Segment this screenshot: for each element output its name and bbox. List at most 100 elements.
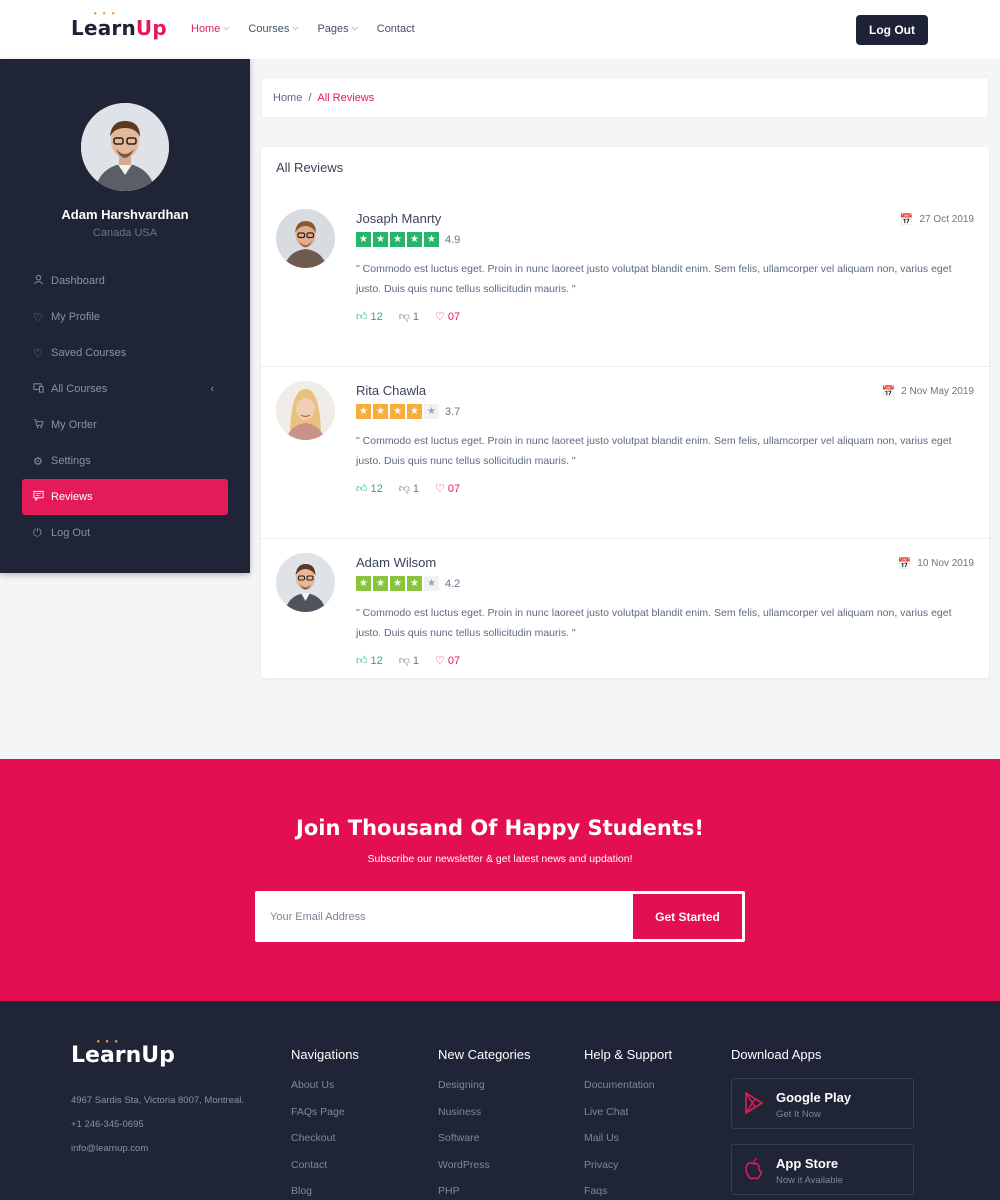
newsletter-subtitle: Subscribe our newsletter & get latest ne… bbox=[367, 853, 633, 865]
star-rating: ★ ★ ★ ★ ★ 4.9 bbox=[356, 232, 460, 247]
heart-icon: ♡ bbox=[33, 347, 43, 360]
footer-col-title: New Categories bbox=[438, 1047, 531, 1062]
love-button[interactable]: ♡ 07 bbox=[435, 310, 460, 324]
star-filled-icon: ★ bbox=[390, 404, 405, 419]
footer-link[interactable]: Faqs bbox=[584, 1185, 672, 1200]
star-filled-icon: ★ bbox=[424, 232, 439, 247]
star-filled-icon: ★ bbox=[373, 232, 388, 247]
reviewer-name: Adam Wilsom bbox=[356, 555, 437, 570]
love-button[interactable]: ♡ 07 bbox=[435, 654, 460, 668]
footer-link[interactable]: About Us bbox=[291, 1079, 359, 1106]
star-filled-icon: ★ bbox=[390, 576, 405, 591]
footer-link[interactable]: Checkout bbox=[291, 1132, 359, 1159]
footer-link[interactable]: Designing bbox=[438, 1079, 531, 1106]
footer-link[interactable]: Mail Us bbox=[584, 1132, 672, 1159]
get-started-button[interactable]: Get Started bbox=[633, 894, 742, 939]
footer-link[interactable]: Blog bbox=[291, 1185, 359, 1200]
google-play-button[interactable]: Google Play Get It Now bbox=[731, 1078, 914, 1129]
dislike-button[interactable]: 👎︎ 1 bbox=[399, 482, 419, 496]
sidebar-item-my-order[interactable]: My Order bbox=[22, 407, 228, 443]
footer-col-apps: Download Apps bbox=[731, 1047, 821, 1079]
logo-hat-icon: • • • bbox=[96, 1038, 120, 1046]
footer-logo[interactable]: • • • LearnUp bbox=[71, 1038, 175, 1068]
heart-icon: ♡ bbox=[33, 311, 43, 324]
reviewer-avatar bbox=[276, 553, 335, 612]
chevron-left-icon: ‹ bbox=[210, 383, 214, 395]
nav-contact[interactable]: Contact bbox=[377, 23, 415, 35]
app-subtitle: Now it Available bbox=[776, 1175, 843, 1186]
dislike-button[interactable]: 👎︎ 1 bbox=[399, 310, 419, 324]
footer-phone[interactable]: +1 246-345-0695 bbox=[71, 1119, 144, 1130]
review-item: Josaph Manrty 📅 27 Oct 2019 ★ ★ ★ ★ ★ 4.9 " Co… bbox=[261, 195, 989, 367]
sidebar-item-saved-courses[interactable]: ♡ Saved Courses bbox=[22, 335, 228, 371]
review-actions: 👍︎ 12 👎︎ 1 ♡ 07 bbox=[356, 654, 460, 668]
email-input[interactable] bbox=[255, 891, 633, 942]
breadcrumb: Home / All Reviews bbox=[261, 77, 989, 118]
star-rating: ★ ★ ★ ★ ★ 3.7 bbox=[356, 404, 460, 419]
footer-link[interactable]: Software bbox=[438, 1132, 531, 1159]
sidebar-item-dashboard[interactable]: Dashboard bbox=[22, 263, 228, 299]
app-name: App Store bbox=[776, 1156, 839, 1171]
reviewer-name: Josaph Manrty bbox=[356, 211, 442, 226]
chevron-down-icon: ⌵ bbox=[292, 23, 299, 32]
footer-link[interactable]: Documentation bbox=[584, 1079, 672, 1106]
calendar-icon: 📅 bbox=[897, 558, 912, 570]
newsletter-title: Join Thousand Of Happy Students! bbox=[296, 816, 704, 840]
footer-col-support: Help & Support Documentation Live Chat M… bbox=[584, 1047, 672, 1200]
footer-email[interactable]: info@learnup.com bbox=[71, 1143, 148, 1154]
like-button[interactable]: 👍︎ 12 bbox=[356, 654, 383, 668]
reviewer-name: Rita Chawla bbox=[356, 383, 427, 398]
footer-col-title: Help & Support bbox=[584, 1047, 673, 1062]
star-empty-icon: ★ bbox=[424, 404, 439, 419]
sidebar-item-logout[interactable]: ⏻ Log Out bbox=[22, 515, 228, 551]
thumbs-up-icon: 👍︎ bbox=[356, 655, 368, 667]
review-actions: 👍︎ 12 👎︎ 1 ♡ 07 bbox=[356, 310, 460, 324]
footer-link[interactable]: Nusiness bbox=[438, 1106, 531, 1133]
dislike-button[interactable]: 👎︎ 1 bbox=[399, 654, 419, 668]
gear-icon: ⚙ bbox=[33, 455, 43, 468]
like-button[interactable]: 👍︎ 12 bbox=[356, 482, 383, 496]
rating-value: 4.9 bbox=[445, 233, 461, 246]
sidebar-item-my-profile[interactable]: ♡ My Profile bbox=[22, 299, 228, 335]
sidebar-item-reviews[interactable]: Reviews bbox=[22, 479, 228, 515]
footer-link[interactable]: Live Chat bbox=[584, 1106, 672, 1133]
app-name: Google Play bbox=[776, 1090, 852, 1105]
app-store-button[interactable]: App Store Now it Available bbox=[731, 1144, 914, 1195]
footer-address: 4967 Sardis Sta, Victoria 8007, Montreal… bbox=[71, 1095, 245, 1106]
thumbs-up-icon: 👍︎ bbox=[356, 483, 368, 495]
nav-home[interactable]: Home ⌵ bbox=[191, 23, 229, 35]
play-icon bbox=[743, 1091, 767, 1117]
nav-courses[interactable]: Courses ⌵ bbox=[248, 23, 298, 35]
footer-link[interactable]: Contact bbox=[291, 1159, 359, 1186]
heart-icon: ♡ bbox=[435, 311, 445, 323]
logout-button[interactable]: Log Out bbox=[856, 15, 928, 45]
thumbs-up-icon: 👍︎ bbox=[356, 311, 368, 323]
like-button[interactable]: 👍︎ 12 bbox=[356, 310, 383, 324]
footer-link[interactable]: FAQs Page bbox=[291, 1106, 359, 1133]
app-subtitle: Get It Now bbox=[776, 1109, 821, 1120]
top-navbar: • • • LearnUp Home ⌵ Courses ⌵ Pages ⌵ Cont… bbox=[0, 0, 1000, 59]
reviewer-avatar bbox=[276, 209, 335, 268]
dashboard-sidebar: Adam Harshvardhan Canada USA Dashboard ♡… bbox=[0, 59, 250, 573]
footer-link[interactable]: WordPress bbox=[438, 1159, 531, 1186]
comment-icon bbox=[33, 490, 51, 504]
nav-pages[interactable]: Pages ⌵ bbox=[317, 23, 357, 35]
star-filled-icon: ★ bbox=[356, 232, 371, 247]
sidebar-item-settings[interactable]: ⚙ Settings bbox=[22, 443, 228, 479]
footer-link[interactable]: Privacy bbox=[584, 1159, 672, 1186]
user-icon bbox=[33, 274, 51, 288]
heart-icon: ♡ bbox=[435, 483, 445, 495]
star-rating: ★ ★ ★ ★ ★ 4.2 bbox=[356, 576, 460, 591]
review-item: Rita Chawla 📅 2 Nov May 2019 ★ ★ ★ ★ ★ 3.7 " C… bbox=[261, 367, 989, 539]
love-button[interactable]: ♡ 07 bbox=[435, 482, 460, 496]
sidebar-item-all-courses[interactable]: All Courses ‹ bbox=[22, 371, 228, 407]
site-logo[interactable]: • • • LearnUp bbox=[71, 10, 167, 40]
breadcrumb-current: All Reviews bbox=[317, 91, 375, 104]
footer-col-navigations: Navigations About Us FAQs Page Checkout … bbox=[291, 1047, 359, 1200]
profile-avatar bbox=[81, 103, 169, 191]
heart-icon: ♡ bbox=[435, 655, 445, 667]
chevron-down-icon: ⌵ bbox=[223, 23, 230, 32]
footer-link[interactable]: PHP bbox=[438, 1185, 531, 1200]
breadcrumb-home-link[interactable]: Home bbox=[273, 92, 302, 104]
star-filled-icon: ★ bbox=[373, 576, 388, 591]
